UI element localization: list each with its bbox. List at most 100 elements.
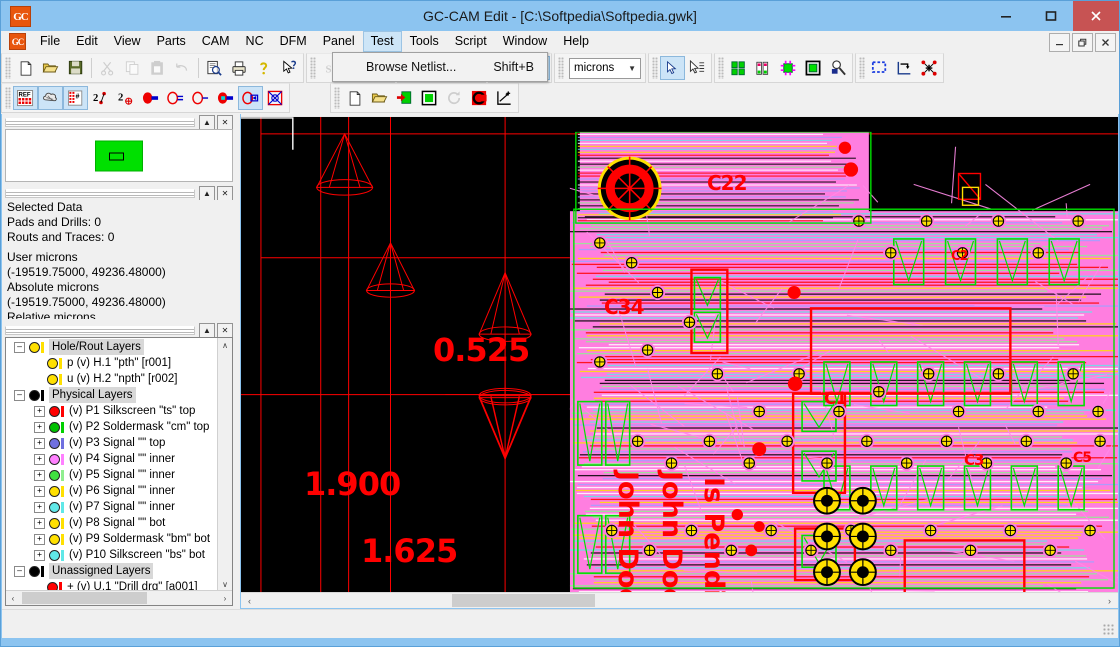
hscroll-thumb[interactable] xyxy=(22,592,147,604)
tree-expander[interactable]: + xyxy=(34,469,45,481)
layer-color-dot[interactable] xyxy=(49,437,60,449)
netlist-button[interactable] xyxy=(38,86,63,110)
menu-nc[interactable]: NC xyxy=(238,31,272,52)
toolbar-drag-grip[interactable] xyxy=(652,57,658,79)
tree-group-unassigned-layers[interactable]: – Unassigned Layers xyxy=(6,563,218,579)
about-button[interactable] xyxy=(252,56,277,80)
panel-array-button[interactable] xyxy=(726,56,751,80)
menu-parts[interactable]: Parts xyxy=(149,31,194,52)
drag-grip[interactable] xyxy=(5,325,195,335)
pad-stack-button[interactable] xyxy=(238,86,263,110)
layer-color-dot[interactable] xyxy=(47,357,58,369)
tree-expander[interactable]: + xyxy=(34,501,45,513)
menu-test[interactable]: Test xyxy=(362,31,402,52)
print-button[interactable] xyxy=(227,56,252,80)
layer-tree-horizontal-scrollbar[interactable]: ‹ › xyxy=(6,590,232,605)
layer-color-dot[interactable] xyxy=(47,373,58,385)
layer-color-dot[interactable] xyxy=(29,565,40,577)
inspect-button[interactable] xyxy=(826,56,851,80)
tree-expander[interactable]: + xyxy=(34,437,45,449)
scroll-down-icon[interactable]: ∨ xyxy=(218,577,232,591)
toolbar-drag-grip[interactable] xyxy=(859,57,865,79)
mdi-minimize-button[interactable] xyxy=(1049,33,1070,52)
two-point-button[interactable]: 2 xyxy=(88,86,113,110)
tree-layer-item[interactable]: + (v) P8 Signal "" bot xyxy=(6,515,218,531)
board-outline-button[interactable] xyxy=(801,56,826,80)
preview-collapse-button[interactable]: ▲ xyxy=(199,114,215,130)
tree-expander[interactable]: + xyxy=(34,549,45,561)
drag-grip[interactable] xyxy=(5,188,195,198)
toolbar-drag-grip[interactable] xyxy=(5,57,11,79)
tree-expander[interactable]: + xyxy=(34,517,45,529)
menu-dfm[interactable]: DFM xyxy=(272,31,315,52)
layer-color-dot[interactable] xyxy=(49,485,60,497)
mdi-close-button[interactable] xyxy=(1095,33,1116,52)
panel-single-button[interactable] xyxy=(751,56,776,80)
menu-file[interactable]: File xyxy=(32,31,68,52)
tree-expander[interactable]: – xyxy=(14,389,25,401)
menu-cam[interactable]: CAM xyxy=(194,31,238,52)
window-close-button[interactable] xyxy=(1073,1,1119,31)
layer-color-dot[interactable] xyxy=(49,501,60,513)
context-help-button[interactable] xyxy=(277,56,302,80)
grid-button[interactable]: # xyxy=(63,86,88,110)
pcb-canvas[interactable]: roke-width="1"> 0.5251.9001.625John DoeJ… xyxy=(241,114,1118,592)
save-file-button[interactable] xyxy=(63,56,88,80)
mdi-restore-button[interactable] xyxy=(1072,33,1093,52)
canvas-scroll-track[interactable] xyxy=(258,593,1101,608)
toolbar-drag-grip[interactable] xyxy=(5,87,11,109)
tree-layer-item[interactable]: + (v) P3 Signal "" top xyxy=(6,435,218,451)
menu-panel[interactable]: Panel xyxy=(315,31,363,52)
tree-layer-item[interactable]: + (v) P1 Silkscreen "ts" top xyxy=(6,403,218,419)
tree-layer-item[interactable]: + (v) P2 Soldermask "cm" top xyxy=(6,419,218,435)
menu-view[interactable]: View xyxy=(106,31,149,52)
scroll-left-icon[interactable]: ‹ xyxy=(6,591,20,605)
window-minimize-button[interactable] xyxy=(983,1,1028,31)
tree-expander[interactable]: – xyxy=(14,341,25,353)
reference-button[interactable]: REF xyxy=(13,86,38,110)
layer-color-dot[interactable] xyxy=(49,517,60,529)
layer-color-dot[interactable] xyxy=(49,469,60,481)
menu-script[interactable]: Script xyxy=(447,31,495,52)
tree-expander[interactable]: – xyxy=(14,565,25,577)
tree-group-hole-rout-layers[interactable]: – Hole/Rout Layers xyxy=(6,339,218,355)
job-refresh-button[interactable] xyxy=(442,86,467,110)
new-file-button[interactable] xyxy=(13,56,38,80)
paste-button[interactable] xyxy=(145,56,170,80)
selected-data-collapse-button[interactable]: ▲ xyxy=(199,185,215,201)
tree-expander[interactable]: + xyxy=(34,453,45,465)
menu-help[interactable]: Help xyxy=(555,31,597,52)
select-multi-button[interactable] xyxy=(685,56,710,80)
tree-expander[interactable]: + xyxy=(34,405,45,417)
menu-tools[interactable]: Tools xyxy=(402,31,447,52)
undo-button[interactable] xyxy=(170,56,195,80)
scroll-up-icon[interactable]: ∧ xyxy=(218,338,232,352)
pad-teardrop-button[interactable] xyxy=(213,86,238,110)
pad-cross-button[interactable] xyxy=(263,86,288,110)
tree-layer-item[interactable]: + (v) P9 Soldermask "bm" bot xyxy=(6,531,218,547)
job-stop-button[interactable] xyxy=(467,86,492,110)
toolbar-drag-grip[interactable] xyxy=(334,87,340,109)
toolbar-drag-grip[interactable] xyxy=(718,57,724,79)
cut-button[interactable] xyxy=(95,56,120,80)
tree-layer-item[interactable]: + (v) P4 Signal "" inner xyxy=(6,451,218,467)
layer-color-dot[interactable] xyxy=(29,389,40,401)
tree-layer-item[interactable]: + (v) P7 Signal "" inner xyxy=(6,499,218,515)
die-pad-button[interactable] xyxy=(776,56,801,80)
pad-left-button[interactable] xyxy=(163,86,188,110)
layer-color-dot[interactable] xyxy=(49,549,60,561)
preview-panel-body[interactable] xyxy=(5,129,233,182)
pad-right-button[interactable] xyxy=(188,86,213,110)
job-axis-button[interactable] xyxy=(492,86,517,110)
canvas-scroll-right-icon[interactable]: › xyxy=(1101,593,1118,608)
tree-layer-item[interactable]: p (v) H.1 "pth" [r001] xyxy=(6,355,218,371)
preview-close-button[interactable]: ✕ xyxy=(217,114,233,130)
job-layer-button[interactable] xyxy=(417,86,442,110)
print-preview-button[interactable] xyxy=(202,56,227,80)
layer-tree-vertical-scrollbar[interactable]: ∧ ∨ xyxy=(217,338,232,591)
tree-layer-item[interactable]: u (v) H.2 "npth" [r002] xyxy=(6,371,218,387)
layer-tree-close-button[interactable]: ✕ xyxy=(217,322,233,338)
toolbar-drag-grip[interactable] xyxy=(310,57,316,79)
toolbar-drag-grip[interactable] xyxy=(558,57,564,79)
tree-layer-item[interactable]: + (v) P5 Signal "" inner xyxy=(6,467,218,483)
